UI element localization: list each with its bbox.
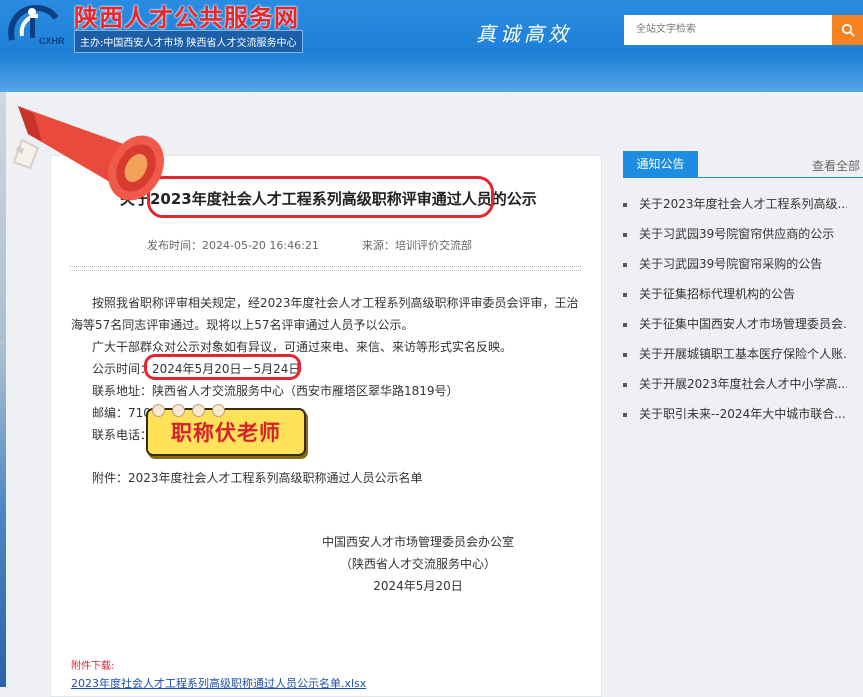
site-slogan: 真诚高效 <box>476 22 572 46</box>
divider <box>70 266 581 271</box>
signature-org-sub: （陕西省人才交流服务中心） <box>339 557 496 571</box>
search-icon <box>841 23 855 37</box>
para1-line2: 海等57名同志评审通过。现将以上57名评审通过人员予以公示。 <box>71 318 414 332</box>
notice-item[interactable]: 关于职引未来--2024年大中城市联合... <box>623 405 847 422</box>
para2: 广大干部群众对公示对象如有异议，可通过来电、来信、来访等形式实名反映。 <box>92 340 513 354</box>
search-button[interactable] <box>832 15 863 45</box>
search-input[interactable]: 全站文字检索 <box>624 15 834 45</box>
contact-phone: 联系电话： <box>92 428 153 442</box>
notice-period-label: 公示时间： <box>92 362 153 376</box>
bullet-icon <box>623 412 627 417</box>
publish-time: 发布时间：2024-05-20 16:46:21 <box>147 239 319 252</box>
notice-item[interactable]: 关于开展城镇职工基本医疗保险个人账... <box>623 345 847 362</box>
bullet-icon <box>623 202 627 207</box>
notice-item-label: 关于2023年度社会人才工程系列高级... <box>639 197 847 211</box>
contact-address: 联系地址：陕西省人才交流服务中心（西安市雁塔区翠华路1819号） <box>92 384 459 398</box>
site-title[interactable]: 陕西人才公共服务网 <box>74 0 299 33</box>
notice-item-label: 关于习武园39号院窗帘供应商的公示 <box>639 227 835 241</box>
notice-item-label: 关于开展城镇职工基本医疗保险个人账... <box>639 347 847 361</box>
site-header: CXHR 陕西人才公共服务网 主办:中国西安人才市场 陕西省人才交流服务中心 真… <box>0 0 863 92</box>
notice-item[interactable]: 关于开展2023年度社会人才中小学高... <box>623 375 847 392</box>
notice-item-label: 关于开展2023年度社会人才中小学高... <box>639 377 847 391</box>
notice-item[interactable]: 关于征集招标代理机构的公告 <box>623 285 847 302</box>
notice-item[interactable]: 关于习武园39号院窗帘供应商的公示 <box>623 225 847 242</box>
bullet-icon <box>623 382 627 387</box>
notice-item-label: 关于习武园39号院窗帘采购的公告 <box>639 257 823 271</box>
site-subtitle: 主办:中国西安人才市场 陕西省人才交流服务中心 <box>74 30 303 53</box>
date-highlight-ring <box>144 354 301 380</box>
site-logo-icon[interactable]: CXHR <box>4 2 72 48</box>
signature-org: 中国西安人才市场管理委员会办公室 <box>321 535 514 549</box>
notice-item-label: 关于征集招标代理机构的公告 <box>639 287 796 301</box>
see-all-link[interactable]: 查看全部 <box>812 157 860 174</box>
bullet-icon <box>623 322 627 327</box>
tab-underline <box>623 177 863 178</box>
title-highlight-ring <box>147 176 494 218</box>
bullet-icon <box>623 292 627 297</box>
tab-notices[interactable]: 通知公告 <box>623 151 698 177</box>
badge-dots-decoration <box>152 402 232 421</box>
notice-item-label: 关于职引未来--2024年大中城市联合... <box>639 407 846 421</box>
notice-item[interactable]: 关于习武园39号院窗帘采购的公告 <box>623 255 847 272</box>
notice-item[interactable]: 关于征集中国西安人才市场管理委员会... <box>623 315 847 332</box>
download-label: 附件下载: <box>71 661 115 672</box>
logo-text: CXHR <box>39 36 65 46</box>
attachment-note: 附件：2023年度社会人才工程系列高级职称通过人员公示名单 <box>92 471 423 485</box>
article-source: 来源：培训评价交流部 <box>362 239 472 252</box>
scroll-left-arrow-icon[interactable]: ‹ <box>0 336 10 352</box>
download-link[interactable]: 2023年度社会人才工程系列高级职称通过人员公示名单.xlsx <box>71 675 366 691</box>
notice-item[interactable]: 关于2023年度社会人才工程系列高级... <box>623 195 847 212</box>
megaphone-icon <box>12 106 164 201</box>
bullet-icon <box>623 232 627 237</box>
notice-item-label: 关于征集中国西安人才市场管理委员会... <box>639 317 847 331</box>
bullet-icon <box>623 262 627 267</box>
para1-line1: 按照我省职称评审相关规定，经2023年度社会人才工程系列高级职称评审委员会评审，… <box>92 296 579 310</box>
left-side-decoration <box>0 92 6 687</box>
signature-date: 2024年5月20日 <box>373 579 463 593</box>
bullet-icon <box>623 352 627 357</box>
